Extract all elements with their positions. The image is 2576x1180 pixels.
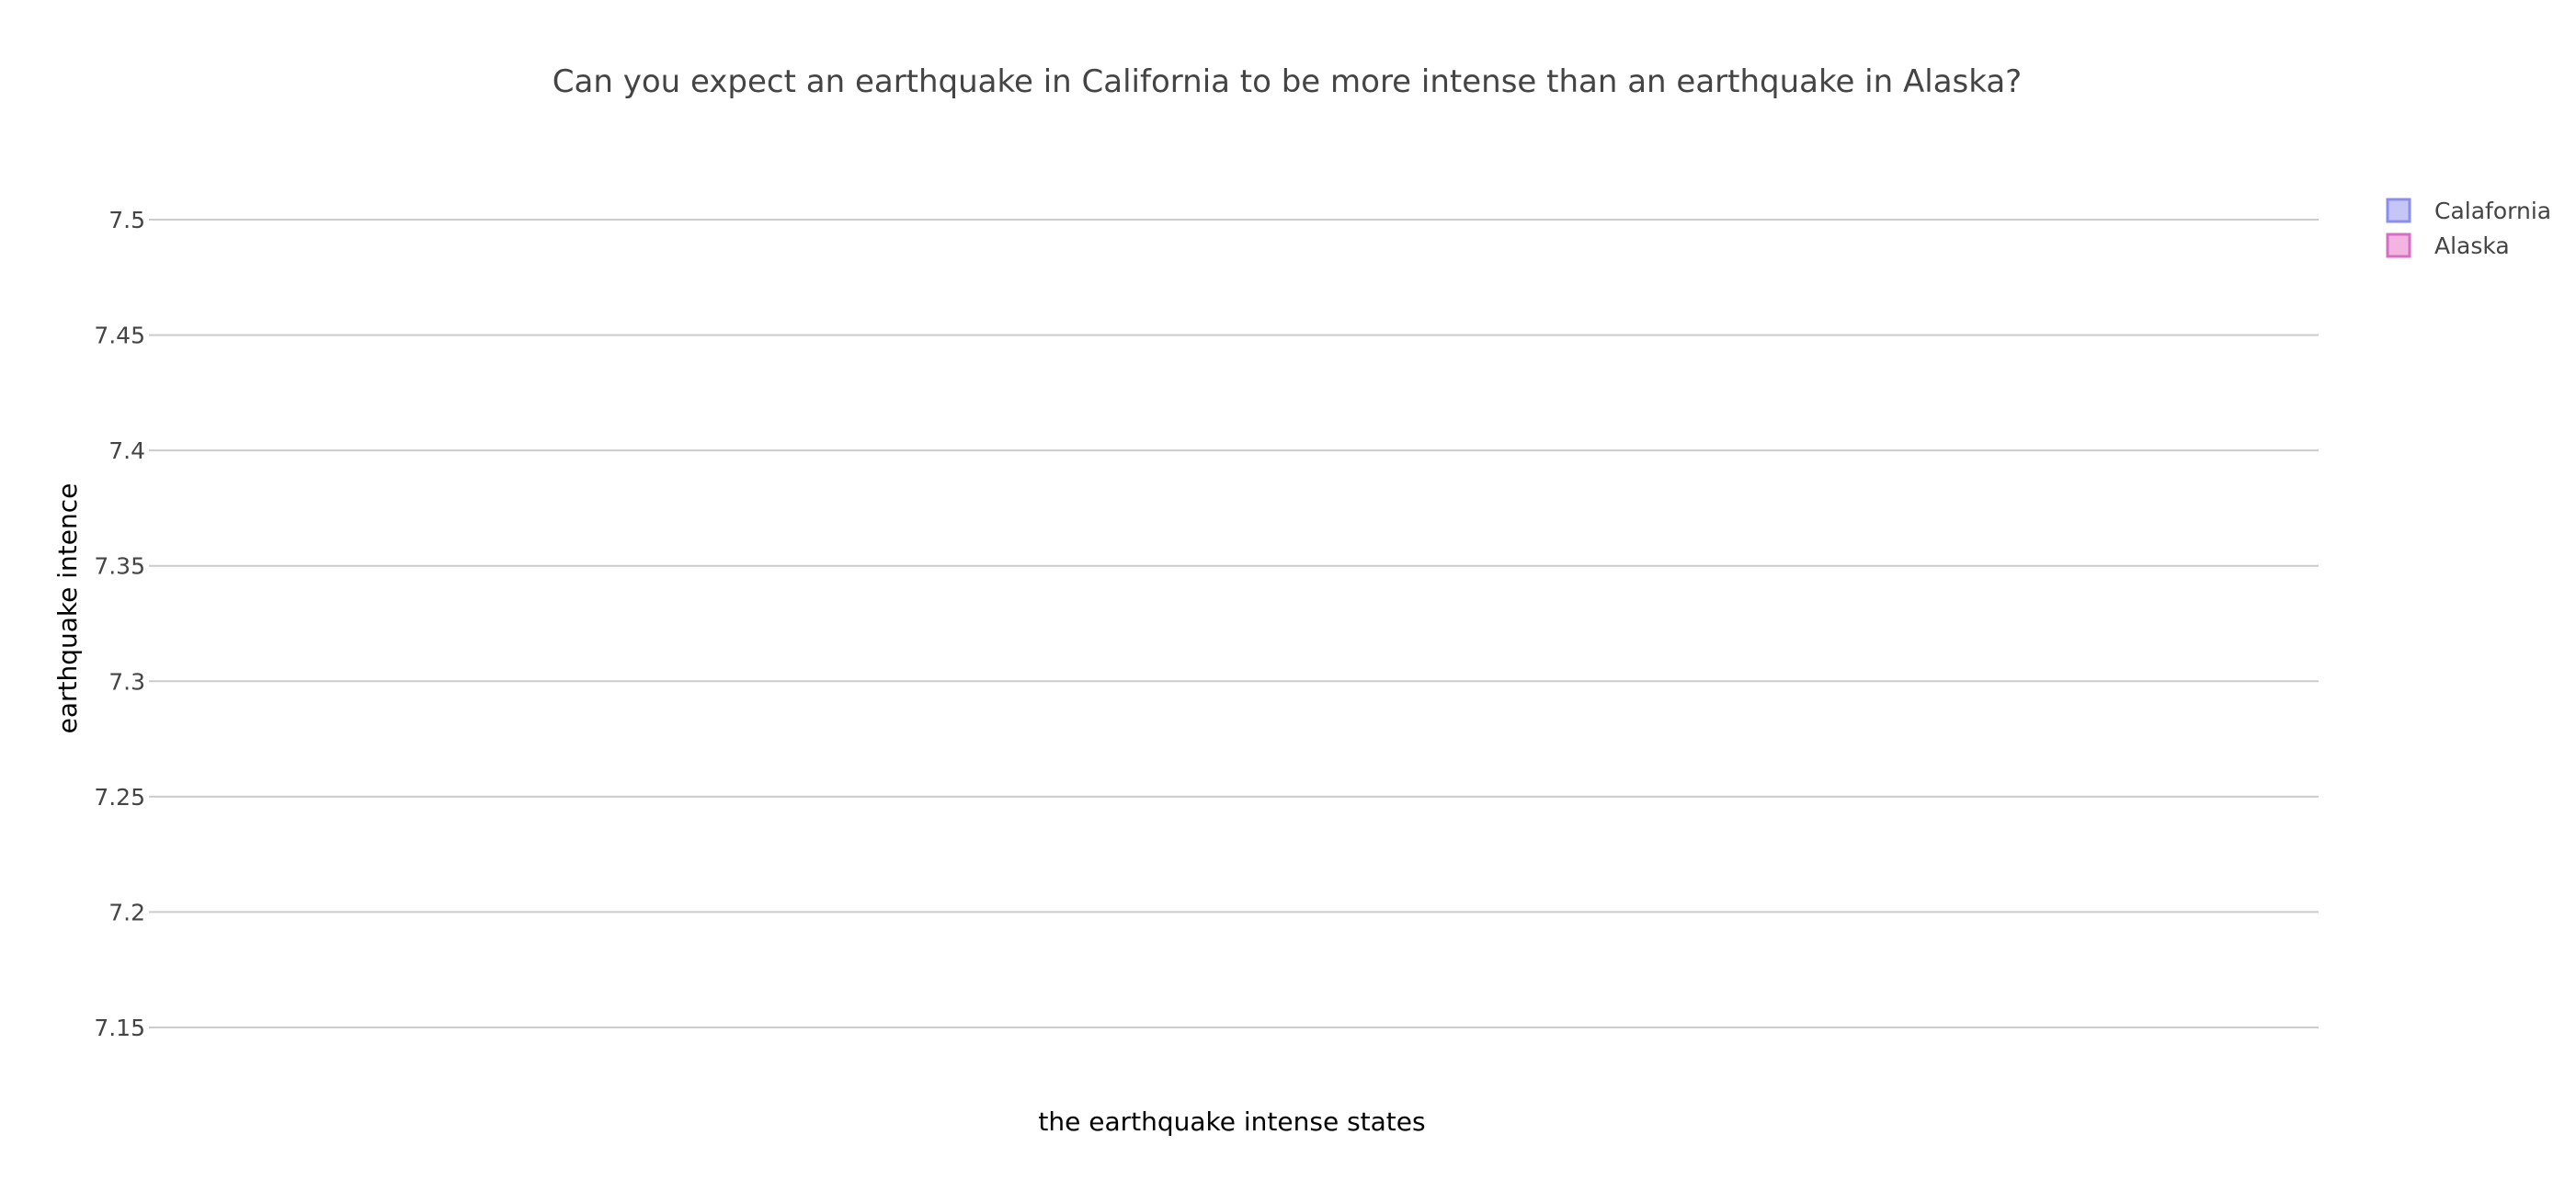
chart-title: Can you expect an earthquake in Californ… bbox=[553, 63, 2022, 100]
y-tick-label: 7.15 bbox=[94, 1015, 145, 1041]
legend-label: Alaska bbox=[2434, 233, 2510, 259]
y-tick-labels: 7.15 7.2 7.25 7.3 7.35 7.4 7.45 7.5 bbox=[94, 207, 145, 1041]
grid-lines bbox=[149, 219, 2319, 1028]
y-axis-title: earthquake intence bbox=[52, 483, 83, 734]
legend-item[interactable]: Alaska bbox=[2386, 233, 2510, 259]
y-tick-label: 7.5 bbox=[108, 207, 145, 233]
y-tick-label: 7.3 bbox=[108, 668, 145, 695]
chart-svg: Can you expect an earthquake in Californ… bbox=[52, 63, 2551, 1137]
y-tick-label: 7.45 bbox=[94, 323, 145, 349]
chart: Can you expect an earthquake in Californ… bbox=[0, 0, 2576, 1180]
legend-item[interactable]: Calafornia bbox=[2386, 198, 2551, 224]
legend-label: Calafornia bbox=[2434, 198, 2551, 224]
legend-swatch bbox=[2386, 233, 2411, 258]
x-axis-title: the earthquake intense states bbox=[1038, 1106, 1425, 1137]
y-tick-label: 7.25 bbox=[94, 784, 145, 811]
y-tick-label: 7.2 bbox=[108, 899, 145, 925]
y-tick-label: 7.4 bbox=[108, 437, 145, 464]
y-tick-label: 7.35 bbox=[94, 553, 145, 580]
legend-swatch bbox=[2386, 198, 2411, 223]
legend[interactable]: Calafornia Alaska bbox=[2386, 198, 2551, 259]
